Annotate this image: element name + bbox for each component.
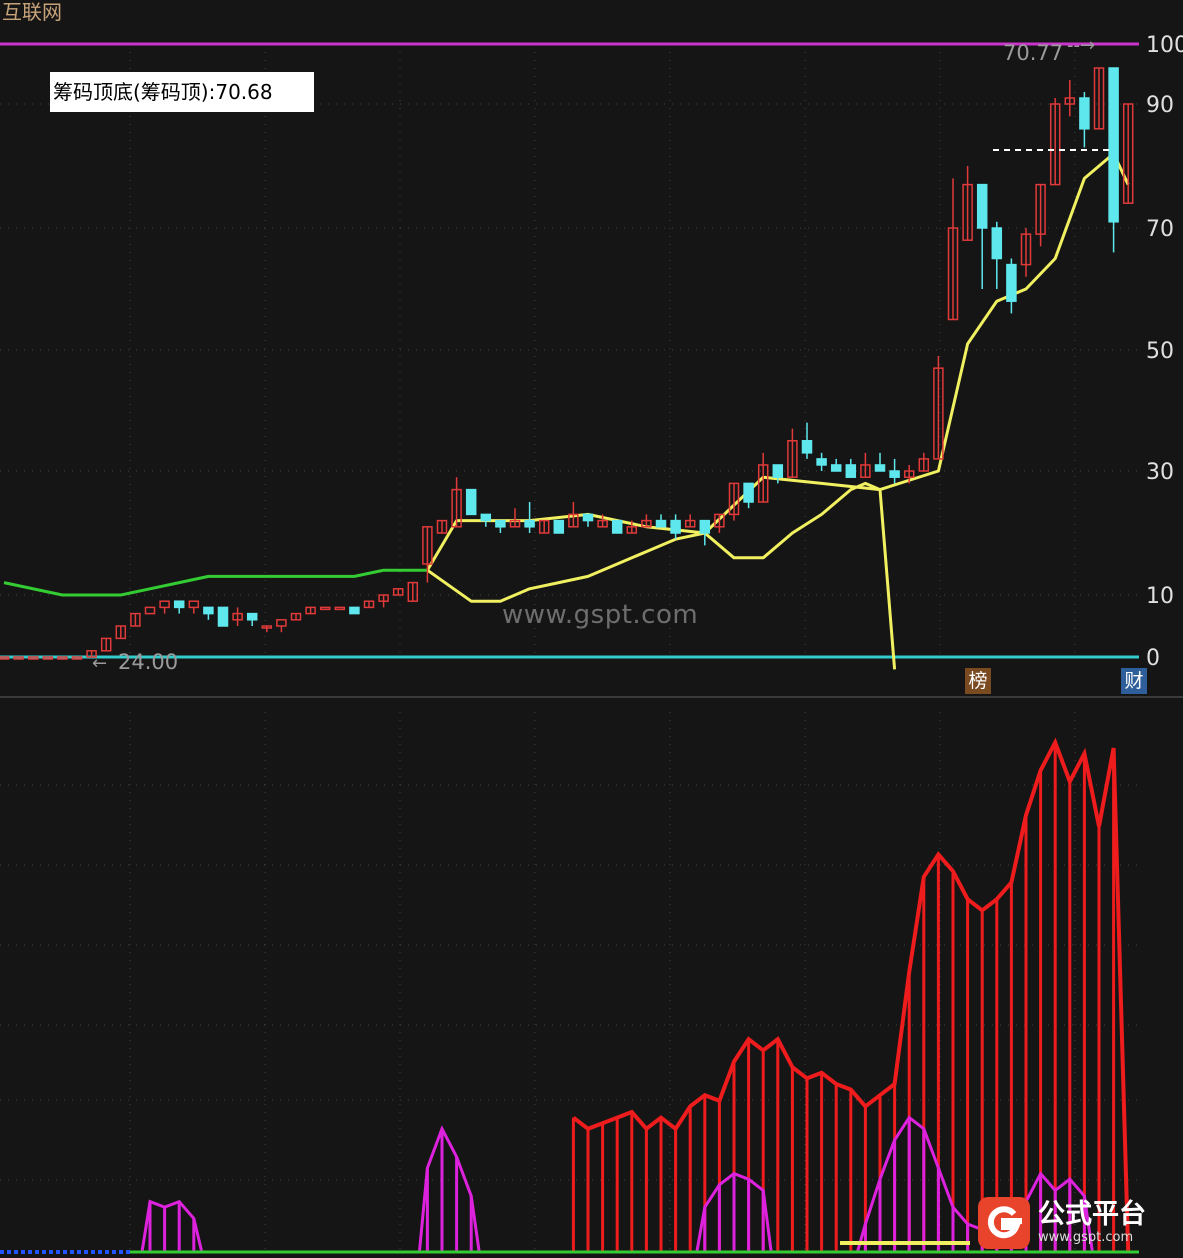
platform-logo: 公式平台 www.gspt.com (978, 1197, 1173, 1249)
indicator-line (3, 568, 428, 597)
candle-body (159, 600, 170, 609)
candle-body (611, 519, 623, 534)
candle-body (480, 513, 492, 522)
price-axis: 10090705030100 (1146, 33, 1183, 671)
candle-body (553, 519, 565, 534)
low-arrow-icon: ← (92, 653, 107, 674)
list-tag[interactable]: 榜 (965, 668, 991, 694)
candle-body (889, 470, 900, 478)
watermark-text: www.gspt.com (502, 600, 699, 630)
candle-body (1079, 97, 1090, 130)
candle-body (830, 464, 842, 472)
candle-body (991, 227, 1003, 260)
candle-body (495, 519, 506, 528)
logo-name: 公式平台 (1038, 1199, 1146, 1230)
candle-body (772, 464, 784, 478)
indicator-lines (3, 152, 1130, 670)
y-tick-label: 90 (1146, 93, 1174, 118)
candle-body (465, 488, 477, 516)
candle-body (816, 458, 827, 466)
candle-body (276, 619, 287, 627)
y-tick-label: 70 (1146, 217, 1174, 242)
indicator-line (426, 481, 897, 670)
indicator-value-box: 筹码顶底(筹码顶):70.68 (50, 72, 314, 112)
candle-body (699, 519, 711, 534)
low-price-label: 24.00 (118, 650, 178, 674)
candle-body (144, 606, 156, 615)
candle-body (670, 519, 681, 534)
logo-text: 公式平台 www.gspt.com (1038, 1200, 1146, 1246)
logo-url: www.gspt.com (1038, 1230, 1134, 1245)
y-tick-label: 50 (1146, 339, 1174, 364)
y-tick-label: 10 (1146, 584, 1174, 609)
candle-body (655, 519, 667, 528)
y-tick-label: 30 (1146, 460, 1174, 485)
candle-body (349, 606, 360, 615)
candle-body (319, 606, 331, 611)
candle-body (217, 606, 229, 627)
histogram-red (571, 737, 1131, 1253)
candle-body (203, 606, 214, 615)
candle-body (743, 482, 754, 503)
sector-name: 互联网 (2, 0, 62, 24)
candle-body (334, 606, 346, 611)
candle-body (246, 612, 258, 621)
indicator-line (426, 152, 1130, 571)
candle-body (524, 519, 535, 528)
candle-body (801, 440, 813, 454)
y-tick-label: 100 (1146, 33, 1183, 58)
candle-body (582, 513, 594, 522)
y-tick-label: 0 (1146, 646, 1160, 671)
candle-body (976, 183, 988, 229)
high-arrow-icon: --→ (1067, 35, 1095, 56)
g-logo-icon (978, 1197, 1030, 1249)
candle-body (845, 464, 857, 478)
candle-body (1108, 67, 1119, 223)
candle-body (1006, 263, 1017, 302)
candle-body (173, 600, 185, 609)
candle-body (874, 464, 886, 472)
high-price-label: 70.77 (1003, 41, 1063, 65)
finance-tag[interactable]: 财 (1121, 668, 1147, 694)
candle-body (188, 600, 200, 609)
